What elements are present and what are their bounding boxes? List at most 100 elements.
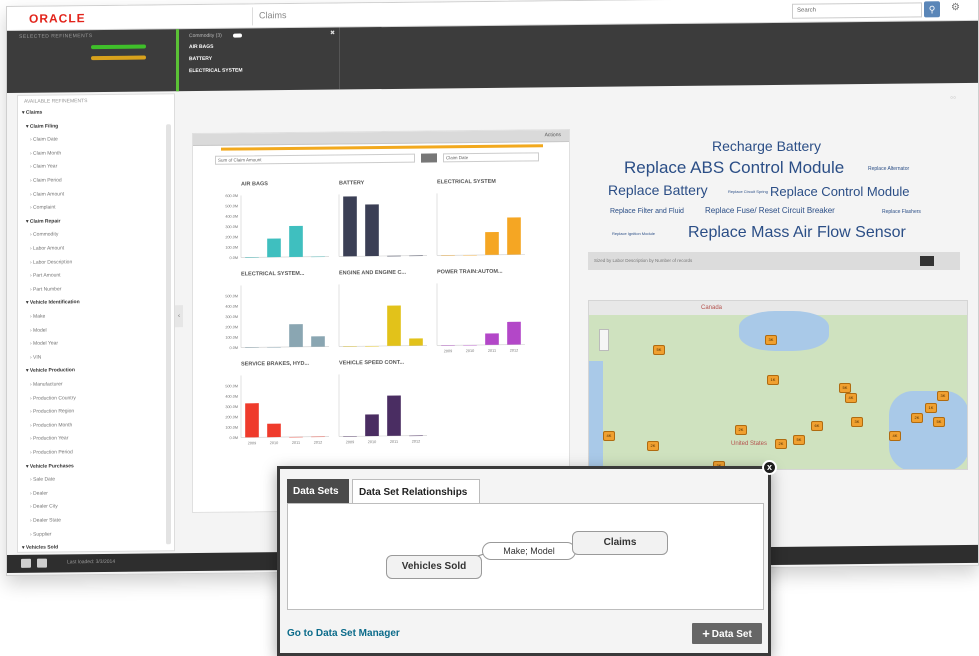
map-marker[interactable]: 1K — [925, 403, 937, 413]
map-marker[interactable]: 5K — [653, 345, 665, 355]
node-claims[interactable]: Claims — [572, 531, 668, 555]
close-icon[interactable]: x — [762, 460, 777, 475]
sidebar-scrollbar[interactable] — [166, 124, 171, 545]
sidebar-item[interactable]: › Production Country — [30, 395, 76, 401]
tag-cloud-term[interactable]: Replace Fuse/ Reset Circuit Breaker — [705, 206, 835, 215]
refinement-bar — [91, 44, 146, 50]
sidebar-item[interactable]: › Labor Description — [30, 259, 72, 265]
sidebar-subgroup[interactable]: ▾ Claim Repair — [26, 218, 60, 224]
tag-cloud-term[interactable]: Replace Control Module — [770, 184, 909, 199]
toggle-icon[interactable] — [233, 33, 242, 38]
relationship-label[interactable]: Make; Model — [482, 542, 576, 560]
map-marker[interactable]: 3K — [765, 335, 777, 345]
bar — [507, 217, 521, 255]
tag-cloud-term[interactable]: Replace Alternator — [868, 166, 909, 172]
refinement-value-battery[interactable]: BATTERY — [189, 56, 212, 62]
page-window-controls[interactable]: ○○ — [950, 95, 956, 101]
map-marker[interactable]: 2K — [647, 441, 659, 451]
sidebar-subgroup[interactable]: ▾ Vehicle Identification — [26, 300, 80, 307]
sidebar-subgroup[interactable]: ▾ Vehicle Purchases — [26, 463, 74, 470]
map-marker[interactable]: 5K — [839, 383, 851, 393]
node-vehicles-sold[interactable]: Vehicles Sold — [386, 555, 482, 579]
map-marker[interactable]: 4K — [845, 393, 857, 403]
map-marker[interactable]: 2K — [775, 439, 787, 449]
sidebar-item[interactable]: › Production Month — [30, 422, 72, 428]
remove-refinement-icon[interactable]: ✖ — [330, 30, 335, 37]
map-marker[interactable]: 1K — [767, 375, 779, 385]
commodity-refinement[interactable]: Commodity (3) ✖ AIR BAGS BATTERY ELECTRI… — [185, 27, 340, 92]
tag-cloud-term[interactable]: Replace Flashers — [882, 209, 921, 215]
sidebar-item[interactable]: › Claim Amount — [30, 191, 64, 197]
tag-cloud-term[interactable]: Replace Filter and Fluid — [610, 208, 684, 215]
tag-cloud-term[interactable]: Replace Ignition Module — [612, 231, 655, 236]
refinements-summary: SELECTED REFINEMENTS — [7, 29, 179, 93]
sidebar-item[interactable]: › Claim Year — [30, 164, 57, 170]
map-marker[interactable]: 3K — [851, 417, 863, 427]
sidebar-item[interactable]: › Claim Date — [30, 137, 58, 143]
map-marker[interactable]: 2K — [911, 413, 923, 423]
refinement-value-airbags[interactable]: AIR BAGS — [189, 44, 213, 50]
tag-cloud-term[interactable]: Recharge Battery — [712, 138, 821, 154]
x-tick-label: 2009 — [444, 349, 452, 353]
sidebar-subgroup[interactable]: ▾ Vehicle Production — [26, 368, 75, 375]
refinement-value-electrical[interactable]: ELECTRICAL SYSTEM — [189, 68, 243, 75]
map-marker[interactable]: 3K — [937, 391, 949, 401]
sidebar-item[interactable]: › Part Amount — [30, 273, 61, 279]
sidebar-item[interactable]: › Labor Amount — [30, 245, 64, 251]
tag-cloud-term[interactable]: Replace Battery — [608, 182, 708, 198]
y-tick-label: 0.0M — [230, 346, 238, 350]
sidebar-item[interactable]: › Part Number — [30, 286, 61, 292]
tag-cloud-term[interactable]: Replace ABS Control Module — [624, 158, 844, 178]
sidebar-item[interactable]: › Commodity — [30, 232, 58, 238]
export-icon[interactable] — [920, 256, 934, 266]
x-tick-label: 2011 — [488, 349, 496, 353]
add-data-set-button[interactable]: + Data Set — [692, 623, 762, 644]
x-tick-label: 2010 — [466, 349, 474, 353]
sidebar-subgroup[interactable]: ▾ Claim Filing — [26, 123, 58, 129]
refinement-row[interactable] — [19, 42, 169, 52]
search-input[interactable]: Search — [792, 2, 922, 19]
y-tick-label: 400.0M — [225, 305, 238, 309]
map-marker[interactable]: 5K — [793, 435, 805, 445]
map-marker[interactable]: 5K — [933, 417, 945, 427]
claims-map[interactable]: Canada United States 5K 3K 1K 5K 4K 3K 6K 5K 2K 4… — [588, 300, 968, 470]
gear-icon[interactable]: ⚙ — [951, 2, 960, 13]
header-divider — [252, 7, 253, 26]
y-tick-label: 300.0M — [225, 315, 238, 319]
collapse-sidebar-icon[interactable]: ‹ — [175, 305, 183, 328]
sidebar-item[interactable]: › Claim Period — [30, 177, 62, 183]
refinement-row[interactable] — [19, 53, 169, 63]
map-marker[interactable]: 2K — [735, 425, 747, 435]
sidebar-item[interactable]: › Manufacturer — [30, 381, 63, 387]
sidebar-item[interactable]: › Dealer City — [30, 504, 58, 510]
sidebar-item[interactable]: › Model — [30, 327, 47, 333]
sidebar-item[interactable]: › Supplier — [30, 531, 51, 537]
tab-data-set-relationships[interactable]: Data Set Relationships — [352, 479, 480, 505]
map-zoom-control[interactable] — [599, 329, 609, 351]
search-icon[interactable]: ⚲ — [924, 1, 940, 18]
sidebar-item[interactable]: › Dealer State — [30, 517, 61, 523]
map-marker[interactable]: 4K — [889, 431, 901, 441]
tag-cloud-term[interactable]: Replace Mass Air Flow Sensor — [688, 224, 906, 242]
camera-icon[interactable] — [21, 558, 31, 568]
sidebar-item[interactable]: › VIN — [30, 354, 41, 360]
map-marker[interactable]: 4K — [603, 431, 615, 441]
go-to-data-set-manager-link[interactable]: Go to Data Set Manager — [287, 628, 400, 639]
sidebar-item[interactable]: › Make — [30, 314, 45, 320]
sidebar-item[interactable]: › Production Region — [30, 408, 74, 414]
sidebar-item[interactable]: › Sale Date — [30, 477, 55, 483]
sidebar-item[interactable]: › Production Year — [30, 436, 68, 442]
sidebar-item[interactable]: › Model Year — [30, 341, 58, 347]
map-marker[interactable]: 6K — [811, 421, 823, 431]
tab-data-sets[interactable]: Data Sets — [287, 479, 349, 503]
sidebar-item[interactable]: › Dealer — [30, 490, 48, 496]
map-country-label: Canada — [701, 305, 723, 311]
sidebar-item[interactable]: › Complaint — [30, 205, 56, 211]
tag-cloud-term[interactable]: Replace Circuit Spring — [728, 189, 768, 194]
bookmark-icon[interactable] — [37, 558, 47, 568]
sidebar-group[interactable]: ▾ Vehicles Sold — [22, 545, 58, 551]
pacific-ocean — [589, 361, 603, 469]
sidebar-item[interactable]: › Production Period — [30, 449, 73, 455]
sidebar-item[interactable]: › Claim Month — [30, 150, 61, 156]
sidebar-group[interactable]: ▾ Claims — [22, 110, 42, 116]
